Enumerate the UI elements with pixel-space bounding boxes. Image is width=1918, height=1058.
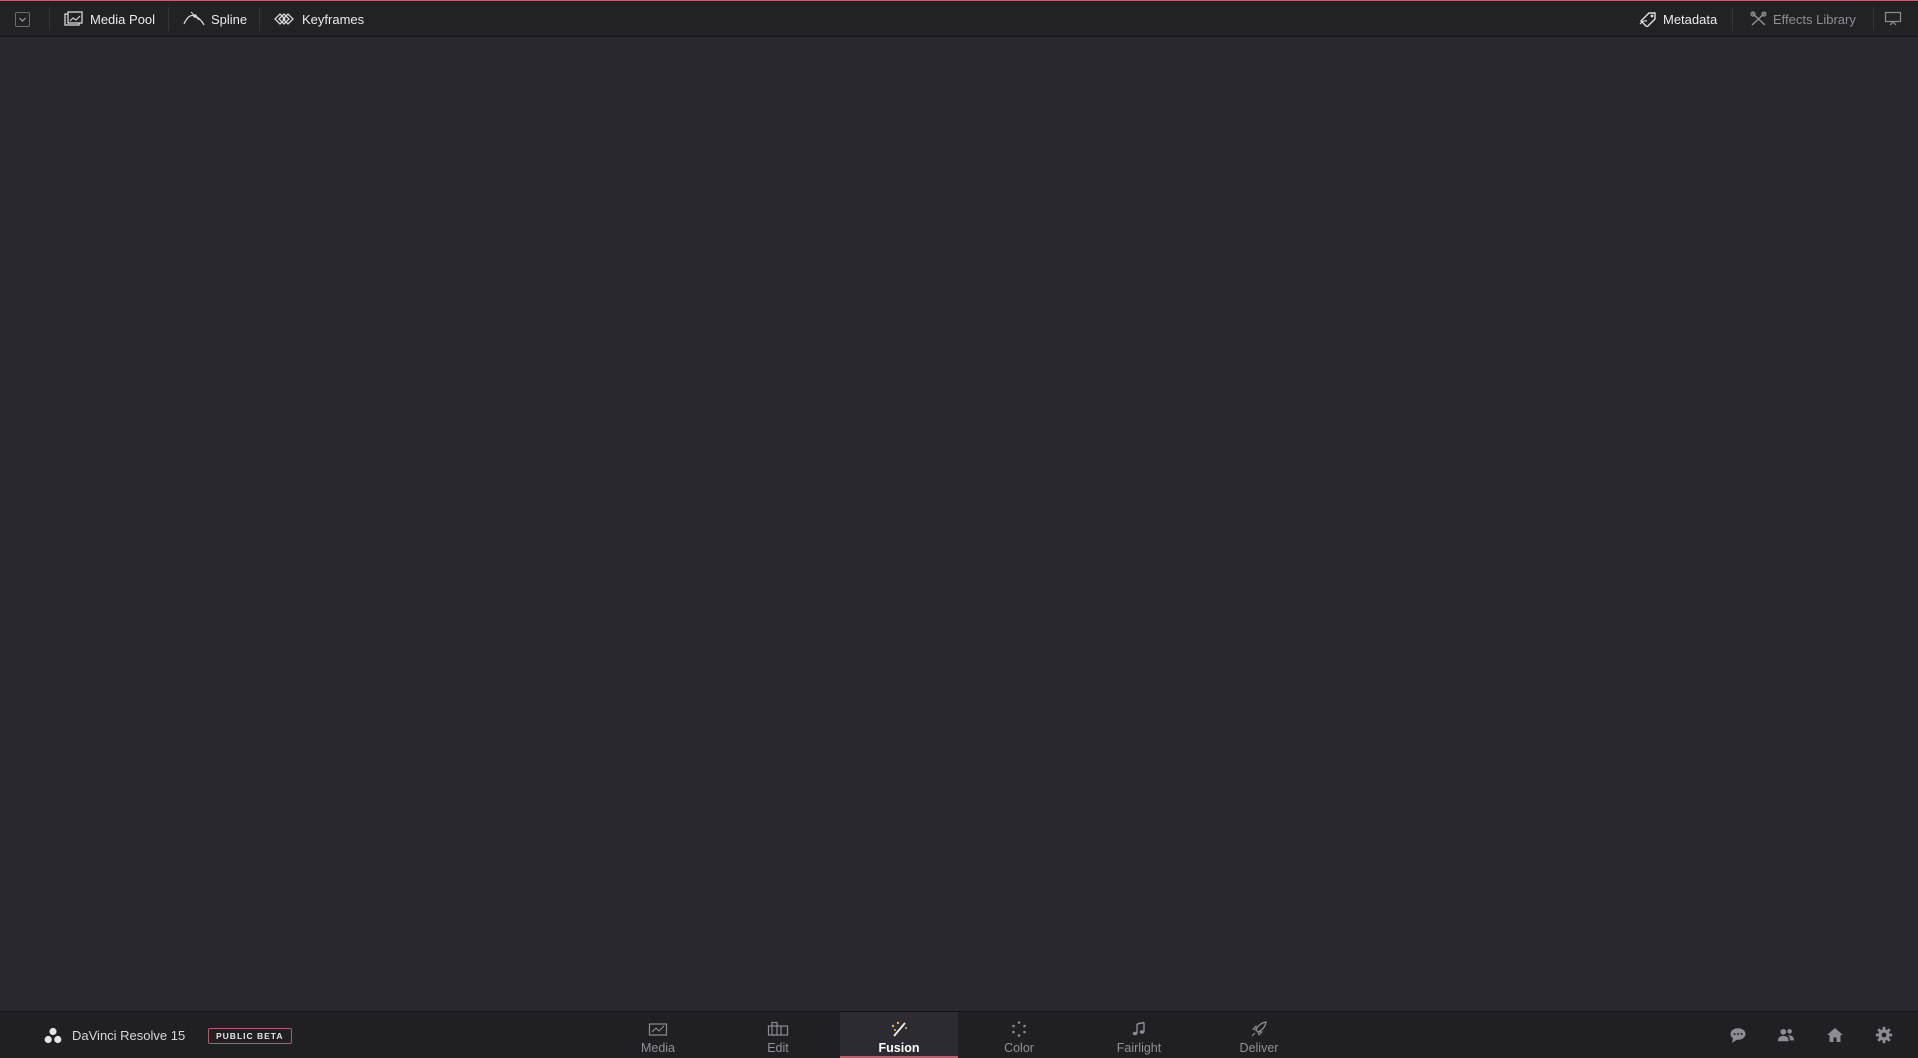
tab-edit[interactable]: Edit [719,1012,837,1058]
app-name: DaVinci Resolve 15 [72,1027,186,1043]
home-icon[interactable] [1826,1026,1844,1044]
tab-media[interactable]: Media [599,1012,717,1058]
davinci-resolve-window: Media Pool Spline Keyframes Metadata Eff… [0,0,1918,1058]
fusion-page-icon [891,1021,907,1037]
tab-fusion-label: Fusion [878,1041,920,1055]
tab-color[interactable]: Color [960,1012,1078,1058]
toolbar-divider [1732,7,1733,31]
effects-library-label: Effects Library [1773,11,1856,27]
metadata-icon [1639,12,1656,27]
davinci-resolve-logo-icon [44,1027,62,1043]
workspace-dropdown-button[interactable] [15,12,30,27]
public-beta-badge: PUBLIC BETA [208,1028,292,1044]
tab-fairlight-label: Fairlight [1116,1041,1162,1055]
fullscreen-icon[interactable] [1884,11,1902,27]
toolbar-divider [1873,7,1874,31]
spline-button[interactable]: Spline [183,1,247,37]
metadata-button[interactable]: Metadata [1639,1,1717,37]
page-navigation-bar: DaVinci Resolve 15 PUBLIC BETA Media Edi… [0,1011,1918,1058]
keyframes-button[interactable]: Keyframes [274,1,364,37]
toolbar-divider [168,7,169,31]
media-pool-icon [64,11,83,26]
tab-color-label: Color [1004,1041,1034,1055]
chat-icon[interactable] [1729,1026,1747,1044]
tab-media-label: Media [640,1041,676,1055]
tab-deliver-label: Deliver [1239,1041,1279,1055]
spline-icon [183,11,205,26]
tab-fairlight[interactable]: Fairlight [1080,1012,1198,1058]
collaboration-icon[interactable] [1777,1026,1795,1044]
spline-label: Spline [211,11,248,27]
tab-fusion[interactable]: Fusion [840,1012,958,1058]
workspace-area [0,37,1918,1011]
chevron-down-icon [19,17,26,22]
keyframes-label: Keyframes [302,11,365,27]
metadata-label: Metadata [1663,11,1718,27]
top-toolbar: Media Pool Spline Keyframes Metadata Eff… [0,1,1918,37]
toolbar-divider [259,7,260,31]
toolbar-divider [49,7,50,31]
effects-library-icon [1750,11,1767,26]
deliver-page-icon [1251,1021,1267,1037]
media-page-icon [648,1023,668,1036]
keyframes-icon [274,13,294,25]
settings-icon[interactable] [1875,1026,1893,1044]
app-brand: DaVinci Resolve 15 [44,1012,185,1058]
tab-edit-label: Edit [767,1041,789,1055]
color-page-icon [1012,1021,1026,1037]
edit-page-icon [767,1021,789,1036]
media-pool-button[interactable]: Media Pool [64,1,155,37]
fairlight-page-icon [1132,1021,1145,1036]
tab-deliver[interactable]: Deliver [1200,1012,1318,1058]
media-pool-label: Media Pool [90,11,156,27]
effects-library-button[interactable]: Effects Library [1750,1,1856,37]
